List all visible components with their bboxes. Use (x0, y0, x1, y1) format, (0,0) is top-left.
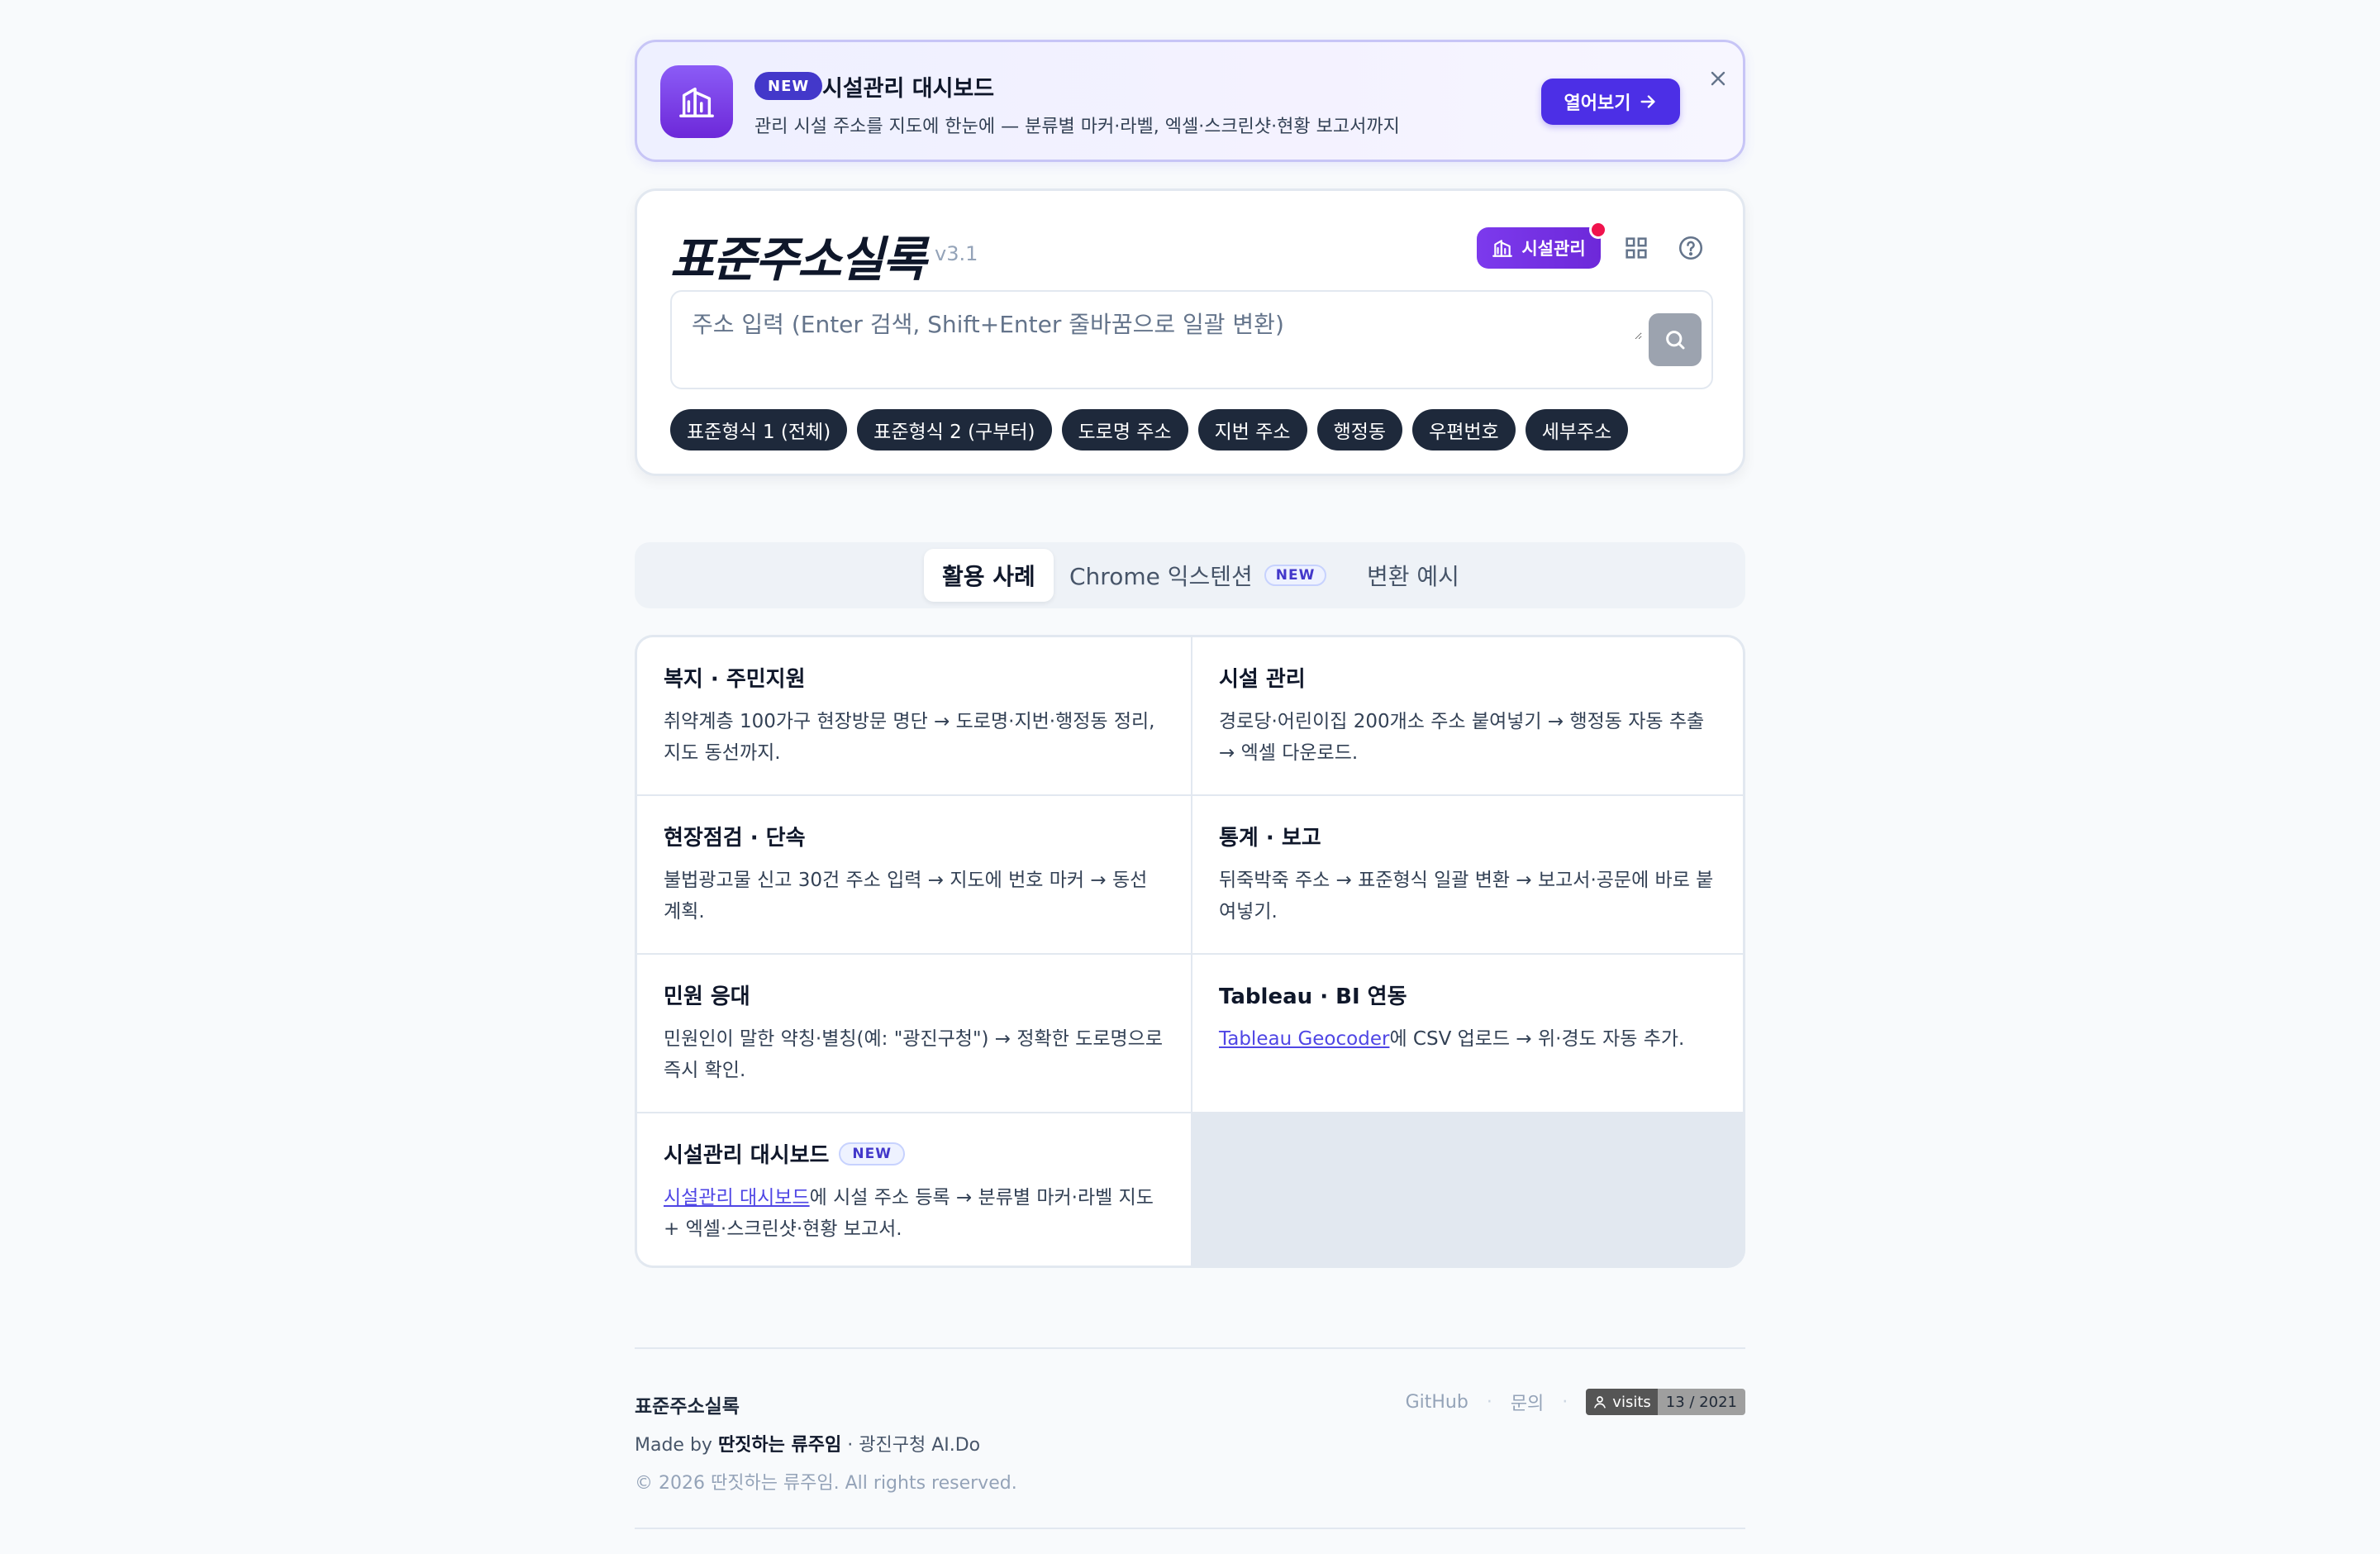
help-icon (1678, 236, 1703, 260)
footer-separator: · (1486, 1391, 1492, 1413)
chip-lot-address[interactable]: 지번 주소 (1197, 409, 1307, 450)
banner-description: 관리 시설 주소를 지도에 한눈에 — 분류별 마커·라벨, 엑셀·스크린샷·현… (754, 117, 1400, 137)
new-badge: NEW (839, 1142, 906, 1166)
help-button[interactable] (1677, 234, 1705, 262)
footer-made-by: Made by 딴짓하는 류주임 · 광진구청 AI.Do (635, 1430, 980, 1456)
tab-use-cases[interactable]: 활용 사례 (924, 549, 1054, 602)
case-title-text: 시설관리 대시보드 (664, 1143, 830, 1168)
case-title: 민원 응대 (664, 984, 750, 1009)
address-input[interactable] (692, 307, 1642, 340)
case-description: 경로당·어린이집 200개소 주소 붙여넣기 → 행정동 자동 추출 → 엑셀 … (1219, 711, 1705, 764)
announcement-banner: NEW 시설관리 대시보드 관리 시설 주소를 지도에 한눈에 — 분류별 마커… (635, 40, 1745, 162)
chip-road-address[interactable]: 도로명 주소 (1061, 409, 1188, 450)
tab-chrome-extension[interactable]: Chrome 익스텐션 NEW (1051, 549, 1345, 602)
search-card: 표준주소실록 v3.1 시설관리 표준형식 1 (전체) (635, 188, 1745, 476)
empty-cell (1191, 1113, 1743, 1266)
footer-separator: · (1562, 1391, 1568, 1413)
open-dashboard-label: 열어보기 (1564, 93, 1631, 114)
github-link[interactable]: GitHub (1406, 1392, 1468, 1413)
search-box (670, 290, 1713, 389)
tab-label: 활용 사례 (942, 563, 1035, 590)
chip-postal-code[interactable]: 우편번호 (1412, 409, 1516, 450)
case-title: 시설관리 대시보드 NEW (664, 1138, 1164, 1169)
contact-link[interactable]: 문의 (1511, 1389, 1544, 1415)
format-chips: 표준형식 1 (전체) 표준형식 2 (구부터) 도로명 주소 지번 주소 행정… (670, 409, 1629, 450)
facility-dashboard-link[interactable]: 시설관리 대시보드 (664, 1187, 810, 1208)
case-description: 시설관리 대시보드에 시설 주소 등록 → 분류별 마커·라벨 지도 + 엑셀·… (664, 1182, 1164, 1245)
chip-detail-address[interactable]: 세부주소 (1525, 409, 1629, 450)
case-title: 현장점검 · 단속 (664, 826, 806, 851)
case-description: 불법광고물 신고 30건 주소 입력 → 지도에 번호 마커 → 동선 계획. (664, 870, 1148, 922)
grid-icon (1626, 237, 1647, 259)
facility-management-button[interactable]: 시설관리 (1477, 227, 1601, 269)
tableau-geocoder-link[interactable]: Tableau Geocoder (1219, 1028, 1389, 1050)
case-description: 민원인이 말한 약칭·별칭(예: "광진구청") → 정확한 도로명으로 즉시 … (664, 1028, 1163, 1081)
arrow-right-icon (1640, 95, 1656, 108)
footer-links: GitHub · 문의 · visits 13 / 2021 (1406, 1389, 1745, 1415)
open-dashboard-button[interactable]: 열어보기 (1541, 79, 1680, 125)
tab-conversion-examples[interactable]: 변환 예시 (1349, 549, 1478, 602)
case-title: 시설 관리 (1219, 667, 1306, 692)
app-version: v3.1 (935, 242, 978, 265)
chip-standard-2[interactable]: 표준형식 2 (구부터) (857, 409, 1052, 450)
case-description-text: 에 CSV 업로드 → 위·경도 자동 추가. (1389, 1028, 1685, 1050)
search-icon (1666, 331, 1685, 350)
case-card: 시설관리 대시보드 NEW 시설관리 대시보드에 시설 주소 등록 → 분류별 … (637, 1113, 1191, 1266)
visits-counter-badge: visits 13 / 2021 (1586, 1389, 1745, 1415)
close-icon (1711, 71, 1726, 86)
case-card: 민원 응대 민원인이 말한 약칭·별칭(예: "광진구청") → 정확한 도로명… (637, 955, 1191, 1112)
made-by-prefix: Made by (635, 1435, 718, 1456)
building-icon (660, 65, 733, 138)
case-title: 통계 · 보고 (1219, 826, 1321, 851)
case-title: 복지 · 주민지원 (664, 667, 806, 692)
tab-label: Chrome 익스텐션 (1069, 563, 1253, 590)
case-card: 시설 관리 경로당·어린이집 200개소 주소 붙여넣기 → 행정동 자동 추출… (1192, 637, 1743, 794)
chip-admin-dong[interactable]: 행정동 (1316, 409, 1403, 450)
footer-divider (635, 1347, 1745, 1349)
case-title: Tableau · BI 연동 (1219, 984, 1407, 1009)
case-description: Tableau Geocoder에 CSV 업로드 → 위·경도 자동 추가. (1219, 1023, 1720, 1055)
visits-label: visits (1612, 1393, 1651, 1411)
chip-standard-1[interactable]: 표준형식 1 (전체) (670, 409, 848, 450)
footer-copyright: © 2026 딴짓하는 류주임. All rights reserved. (635, 1473, 1017, 1494)
search-button[interactable] (1649, 313, 1702, 366)
user-icon (1594, 1396, 1606, 1409)
new-badge: NEW (754, 72, 823, 100)
banner-title: 시설관리 대시보드 (822, 76, 995, 102)
visits-badge-label-wrap: visits (1586, 1389, 1658, 1415)
case-description: 뒤죽박죽 주소 → 표준형식 일괄 변환 → 보고서·공문에 바로 붙여넣기. (1219, 870, 1714, 922)
made-by-name: 딴짓하는 류주임 (717, 1435, 842, 1456)
case-card: 복지 · 주민지원 취약계층 100가구 현장방문 명단 → 도로명·지번·행정… (637, 637, 1191, 794)
visits-value: 13 / 2021 (1657, 1389, 1745, 1415)
content-tabs: 활용 사례 Chrome 익스텐션 NEW 변환 예시 (635, 542, 1745, 608)
close-banner-button[interactable] (1705, 65, 1731, 92)
facility-management-label: 시설관리 (1521, 239, 1586, 259)
case-card: 통계 · 보고 뒤죽박죽 주소 → 표준형식 일괄 변환 → 보고서·공문에 바… (1192, 796, 1743, 953)
made-by-suffix: · 광진구청 AI.Do (841, 1435, 981, 1456)
building-icon (1492, 240, 1513, 257)
case-description: 취약계층 100가구 현장방문 명단 → 도로명·지번·행정동 정리, 지도 동… (664, 711, 1155, 764)
app-logo[interactable]: 표준주소실록 (670, 221, 926, 290)
case-card: 현장점검 · 단속 불법광고물 신고 30건 주소 입력 → 지도에 번호 마커… (637, 796, 1191, 953)
new-badge: NEW (1264, 565, 1327, 586)
footer-bottom-divider (635, 1528, 1745, 1529)
notification-dot (1589, 221, 1607, 239)
case-card: Tableau · BI 연동 Tableau Geocoder에 CSV 업로… (1192, 955, 1743, 1112)
footer-brand: 표준주소실록 (635, 1396, 740, 1418)
tab-label: 변환 예시 (1367, 563, 1459, 590)
use-case-grid: 복지 · 주민지원 취약계층 100가구 현장방문 명단 → 도로명·지번·행정… (635, 635, 1745, 1268)
apps-grid-button[interactable] (1622, 234, 1650, 262)
